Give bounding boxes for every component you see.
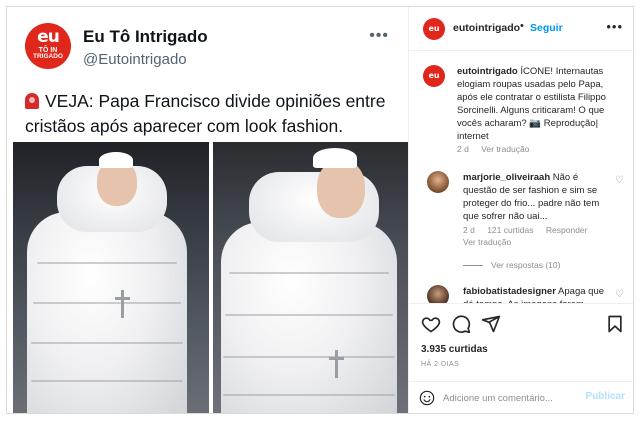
siren-icon	[25, 93, 39, 109]
instagram-post-window: eu TÔ IN TRIGADO Eu Tô Intrigado @Eutoin…	[6, 6, 634, 414]
tweet-author-name: Eu Tô Intrigado	[83, 27, 208, 46]
heart-icon[interactable]	[421, 314, 441, 334]
comment-username[interactable]: fabiobatistadesigner	[463, 286, 556, 297]
comment-input[interactable]	[443, 389, 583, 407]
caption-translate-link[interactable]: Ver tradução	[481, 144, 529, 154]
comment-heart-icon[interactable]: ♡	[615, 290, 625, 300]
caption-avatar[interactable]: eu	[423, 65, 445, 87]
comment-icon[interactable]	[451, 314, 471, 334]
ellipsis-icon[interactable]: •••	[606, 19, 623, 34]
comment: fabiobatistadesigner Apaga que dá tempo.…	[463, 285, 613, 303]
author-username[interactable]: eutointrigado	[453, 22, 520, 34]
emoji-icon[interactable]	[419, 390, 435, 406]
view-replies-button[interactable]: Ver respostas (10)	[463, 260, 560, 270]
tweet-text-body: VEJA: Papa Francisco divide opiniões ent…	[25, 91, 386, 136]
post-timestamp: HÁ 2 DIAS	[421, 361, 460, 368]
bookmark-icon[interactable]	[605, 314, 625, 334]
comment-username[interactable]: marjorie_oliveiraah	[463, 172, 550, 183]
caption: eutointrigado ÍCONE! Internautas elogiam…	[457, 65, 625, 143]
comment-meta: 2 d 121 curtidas Responder	[463, 225, 597, 235]
header-separator: •	[520, 20, 524, 32]
tweet-text: VEJA: Papa Francisco divide opiniões ent…	[25, 89, 397, 139]
caption-username[interactable]: eutointrigado	[457, 66, 518, 77]
commenter-avatar[interactable]	[427, 171, 449, 193]
tweet-avatar-line1: eu	[37, 27, 60, 47]
author-avatar[interactable]: eu	[423, 18, 445, 40]
add-comment-bar: Publicar	[409, 381, 633, 413]
comment: marjorie_oliveiraah Não é questão de ser…	[463, 171, 613, 223]
tweet-author-handle: @Eutointrigado	[83, 51, 187, 68]
like-count[interactable]: 3.935 curtidas	[421, 344, 488, 355]
photo-right	[213, 142, 408, 413]
caption-meta: 2 d Ver tradução	[457, 144, 539, 154]
send-icon[interactable]	[481, 314, 501, 334]
post-media[interactable]: eu TÔ IN TRIGADO Eu Tô Intrigado @Eutoin…	[7, 7, 409, 413]
comment-heart-icon[interactable]: ♡	[615, 176, 625, 186]
comments-list[interactable]: eu eutointrigado ÍCONE! Internautas elog…	[409, 51, 633, 303]
photo-left	[13, 142, 209, 413]
ellipsis-icon: •••	[369, 27, 389, 44]
post-header: eu eutointrigado • Seguir •••	[409, 7, 633, 51]
tweet-avatar: eu TÔ IN TRIGADO	[25, 23, 71, 69]
tweet-header: eu TÔ IN TRIGADO Eu Tô Intrigado @Eutoin…	[25, 21, 395, 73]
tweet-avatar-line3: TRIGADO	[33, 53, 63, 60]
comment-age: 2 d	[463, 225, 475, 235]
post-actions: 3.935 curtidas HÁ 2 DIAS	[409, 303, 633, 381]
comment-translate-link[interactable]: Ver tradução	[463, 237, 511, 247]
comment-likes[interactable]: 121 curtidas	[487, 225, 533, 235]
reply-button[interactable]: Responder	[546, 225, 588, 235]
caption-text: ÍCONE! Internautas elogiam roupas usadas…	[457, 66, 606, 142]
caption-age: 2 d	[457, 144, 469, 154]
post-sidebar: eu eutointrigado • Seguir ••• eu eutoint…	[409, 7, 633, 413]
commenter-avatar[interactable]	[427, 285, 449, 303]
publish-button[interactable]: Publicar	[586, 391, 625, 402]
follow-button[interactable]: Seguir	[530, 22, 563, 34]
